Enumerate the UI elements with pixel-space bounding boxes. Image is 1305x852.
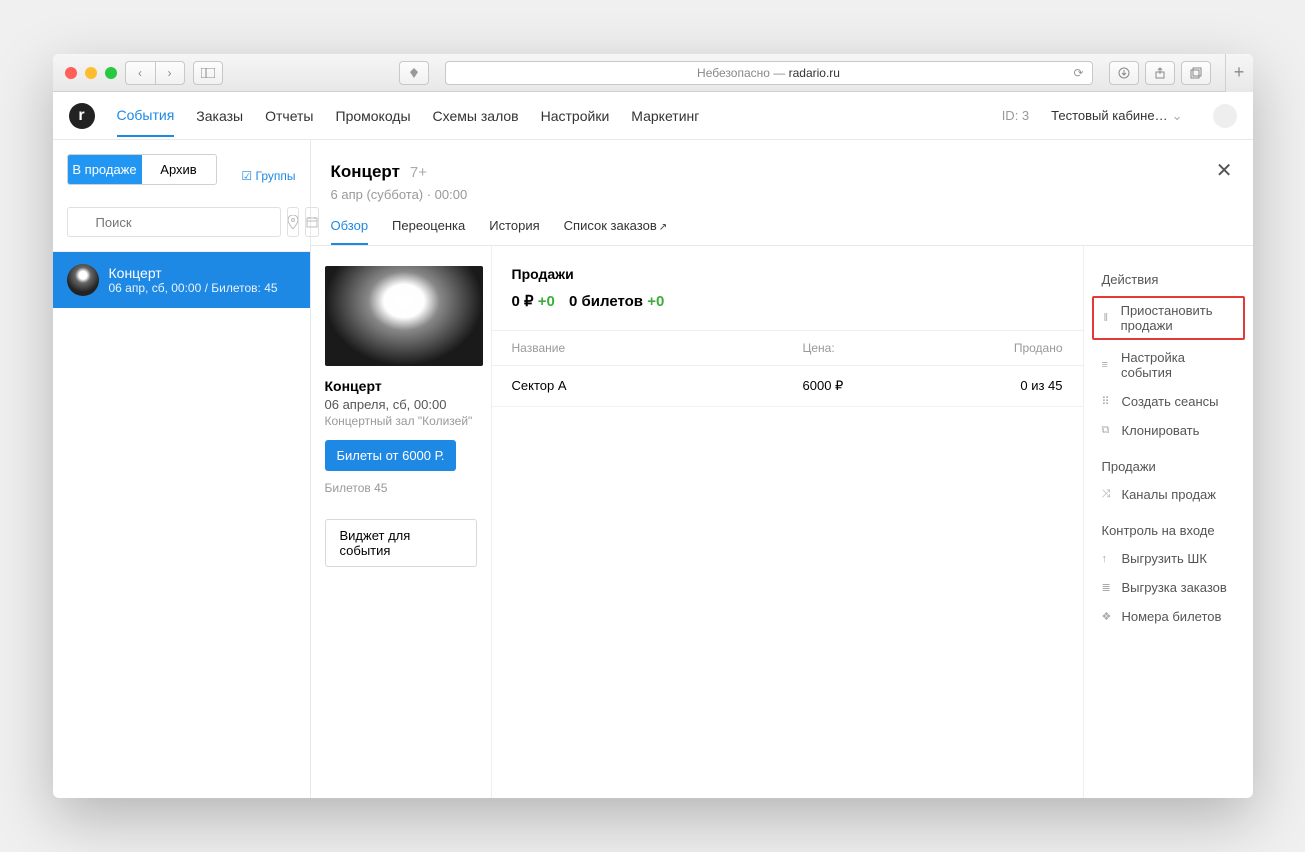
detail-venue: Концертный зал "Колизей" bbox=[325, 414, 477, 428]
minimize-window[interactable] bbox=[85, 67, 97, 79]
traffic-lights bbox=[65, 67, 117, 79]
download-icon[interactable] bbox=[1109, 61, 1139, 85]
refresh-icon[interactable]: ⟳ bbox=[1073, 66, 1083, 80]
tickets-button[interactable]: Билеты от 6000 Р. bbox=[325, 440, 457, 471]
event-meta: 06 апр, сб, 00:00 / Билетов: 45 bbox=[109, 281, 278, 295]
action-barcode[interactable]: ↑ Выгрузить ШК bbox=[1088, 544, 1249, 573]
row-name: Сектор А bbox=[512, 378, 803, 394]
nav-orders[interactable]: Заказы bbox=[196, 96, 243, 136]
event-list-item[interactable]: Концерт 06 апр, сб, 00:00 / Билетов: 45 bbox=[53, 252, 310, 308]
sales-summary: 0 ₽ +0 0 билетов +0 bbox=[512, 292, 1063, 310]
forward-button[interactable]: › bbox=[155, 61, 185, 85]
widget-button[interactable]: Виджет для события bbox=[325, 519, 477, 567]
section-actions: Действия bbox=[1088, 266, 1249, 293]
titlebar: ‹ › Небезопасно — radario.ru ⟳ + bbox=[53, 54, 1253, 92]
event-image bbox=[325, 266, 483, 366]
nav-marketing[interactable]: Маркетинг bbox=[631, 96, 699, 136]
tab-history[interactable]: История bbox=[489, 218, 539, 245]
top-nav: r События Заказы Отчеты Промокоды Схемы … bbox=[53, 92, 1253, 140]
shuffle-icon: ⤨ bbox=[1102, 488, 1114, 501]
groups-link[interactable]: Группы bbox=[241, 169, 295, 183]
action-ticket-numbers[interactable]: ❖ Номера билетов bbox=[1088, 602, 1249, 631]
grid-icon: ⠿ bbox=[1102, 395, 1114, 408]
maximize-window[interactable] bbox=[105, 67, 117, 79]
ticket-icon: ❖ bbox=[1102, 610, 1114, 623]
row-sold: 0 из 45 bbox=[983, 378, 1063, 394]
address-bar[interactable]: Небезопасно — radario.ru ⟳ bbox=[445, 61, 1093, 85]
tab-orders[interactable]: Список заказов↗ bbox=[564, 218, 667, 245]
chevron-down-icon: ⌄ bbox=[1172, 108, 1183, 124]
main-tabs: Обзор Переоценка История Список заказов↗ bbox=[331, 218, 1233, 245]
tab-overview[interactable]: Обзор bbox=[331, 218, 369, 245]
event-thumb bbox=[67, 264, 99, 296]
nav-reports[interactable]: Отчеты bbox=[265, 96, 313, 136]
event-title: Концерт bbox=[109, 265, 278, 281]
row-price: 6000 ₽ bbox=[803, 378, 983, 394]
detail-title: Концерт bbox=[325, 378, 477, 394]
sales-column: Продажи 0 ₽ +0 0 билетов +0 Название Цен… bbox=[491, 246, 1083, 798]
location-filter[interactable] bbox=[287, 207, 299, 237]
avatar[interactable] bbox=[1213, 104, 1237, 128]
page-title: Концерт bbox=[331, 162, 400, 182]
main-panel: Концерт 7+ ✕ 6 апр (суббота) · 00:00 Обз… bbox=[311, 140, 1253, 798]
account-id: ID: 3 bbox=[1002, 108, 1029, 123]
th-name: Название bbox=[512, 341, 803, 355]
copy-icon: ⧉ bbox=[1102, 424, 1114, 437]
new-tab-button[interactable]: + bbox=[1225, 54, 1253, 92]
table-header: Название Цена: Продано bbox=[492, 330, 1083, 366]
nav-halls[interactable]: Схемы залов bbox=[433, 96, 519, 136]
browser-window: ‹ › Небезопасно — radario.ru ⟳ + bbox=[53, 54, 1253, 798]
section-control: Контроль на входе bbox=[1088, 517, 1249, 544]
address-text: Небезопасно — radario.ru bbox=[697, 66, 840, 80]
sidebar-toggle[interactable] bbox=[193, 61, 223, 85]
detail-column: Концерт 06 апреля, сб, 00:00 Концертный … bbox=[311, 246, 491, 798]
pause-icon: ‖ bbox=[1104, 312, 1113, 324]
search-input[interactable] bbox=[67, 207, 281, 237]
action-clone[interactable]: ⧉ Клонировать bbox=[1088, 416, 1249, 445]
nav-promo[interactable]: Промокоды bbox=[336, 96, 411, 136]
list-icon: ≡ bbox=[1102, 359, 1113, 371]
nav-events[interactable]: События bbox=[117, 95, 175, 137]
detail-date: 06 апреля, сб, 00:00 bbox=[325, 397, 477, 412]
share-icon[interactable] bbox=[1145, 61, 1175, 85]
close-window[interactable] bbox=[65, 67, 77, 79]
action-create-sessions[interactable]: ⠿ Создать сеансы bbox=[1088, 387, 1249, 416]
external-icon: ↗ bbox=[659, 222, 667, 233]
sales-title: Продажи bbox=[512, 266, 1063, 282]
action-pause-sales[interactable]: ‖ Приостановить продажи bbox=[1092, 296, 1245, 340]
tab-on-sale[interactable]: В продаже bbox=[68, 155, 142, 184]
logo[interactable]: r bbox=[69, 103, 95, 129]
tab-reprice[interactable]: Переоценка bbox=[392, 218, 465, 245]
tickets-count: Билетов 45 bbox=[325, 481, 477, 495]
th-sold: Продано bbox=[983, 341, 1063, 355]
sidebar-tabs: В продаже Архив bbox=[67, 154, 217, 185]
section-sales: Продажи bbox=[1088, 453, 1249, 480]
page-subtitle: 6 апр (суббота) · 00:00 bbox=[331, 187, 1233, 202]
events-sidebar: В продаже Архив Группы ⌕ bbox=[53, 140, 311, 798]
list2-icon: ≣ bbox=[1102, 581, 1114, 594]
age-badge: 7+ bbox=[410, 164, 427, 181]
close-icon[interactable]: ✕ bbox=[1216, 158, 1233, 183]
tabs-icon[interactable] bbox=[1181, 61, 1211, 85]
action-export-orders[interactable]: ≣ Выгрузка заказов bbox=[1088, 573, 1249, 602]
nav-back-forward: ‹ › bbox=[125, 61, 185, 85]
upload-icon: ↑ bbox=[1102, 553, 1114, 565]
back-button[interactable]: ‹ bbox=[125, 61, 155, 85]
tab-archive[interactable]: Архив bbox=[142, 155, 216, 184]
actions-panel: Действия ‖ Приостановить продажи ≡ Настр… bbox=[1083, 246, 1253, 798]
action-channels[interactable]: ⤨ Каналы продаж bbox=[1088, 480, 1249, 509]
th-price: Цена: bbox=[803, 341, 983, 355]
nav-settings[interactable]: Настройки bbox=[541, 96, 610, 136]
action-event-settings[interactable]: ≡ Настройка события bbox=[1088, 343, 1249, 387]
table-row[interactable]: Сектор А 6000 ₽ 0 из 45 bbox=[492, 366, 1083, 407]
account-dropdown[interactable]: Тестовый кабине… ⌄ bbox=[1051, 108, 1182, 124]
reader-icon[interactable] bbox=[399, 61, 429, 85]
